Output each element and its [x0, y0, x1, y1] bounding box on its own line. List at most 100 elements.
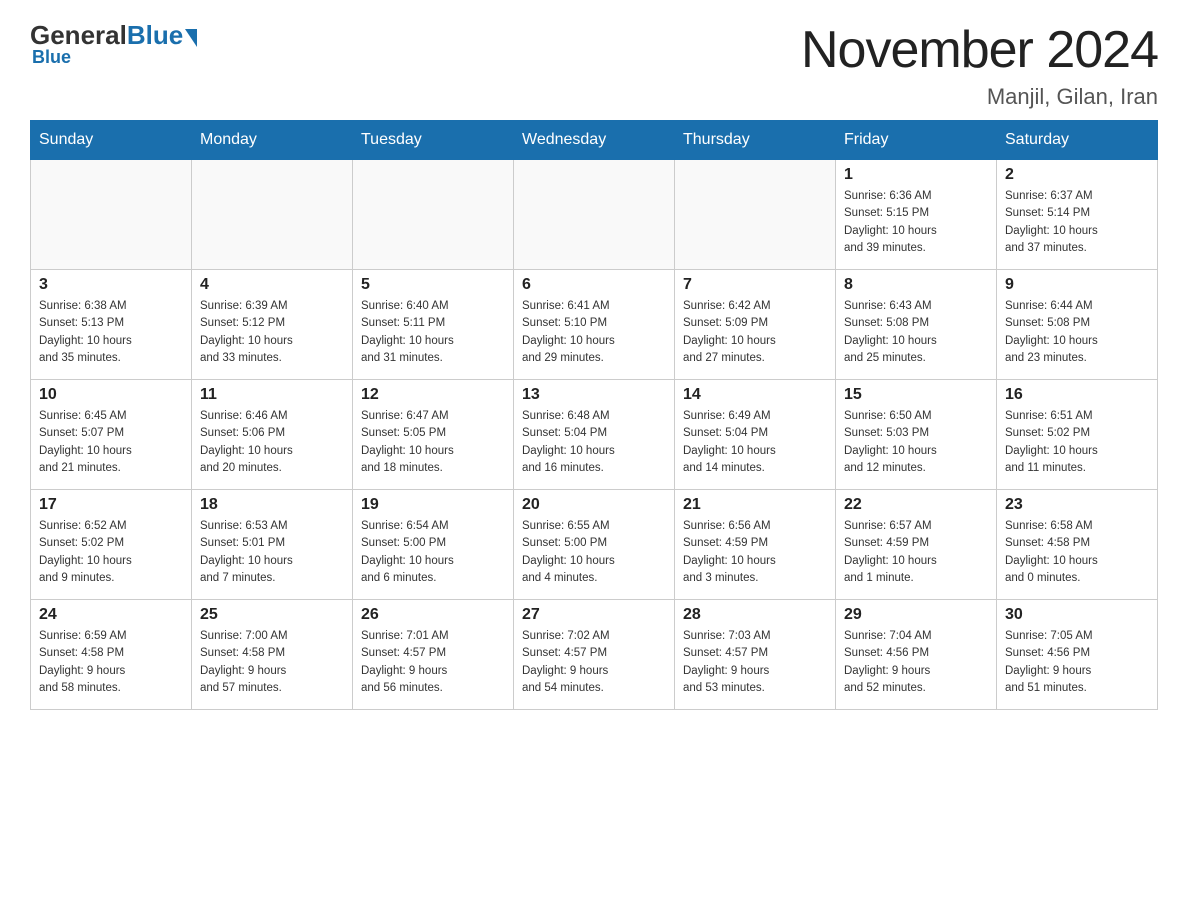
day-info: Sunrise: 6:46 AM Sunset: 5:06 PM Dayligh…	[200, 408, 344, 477]
weekday-header-thursday: Thursday	[675, 121, 836, 160]
weekday-header-monday: Monday	[192, 121, 353, 160]
day-info: Sunrise: 7:01 AM Sunset: 4:57 PM Dayligh…	[361, 628, 505, 697]
week-row-1: 1 Sunrise: 6:36 AM Sunset: 5:15 PM Daylig…	[31, 160, 1158, 270]
weekday-header-friday: Friday	[836, 121, 997, 160]
logo-blue-text: Blue	[127, 20, 183, 51]
week-row-2: 3Sunrise: 6:38 AM Sunset: 5:13 PM Daylig…	[31, 270, 1158, 380]
calendar-cell: 24 Sunrise: 6:59 AM Sunset: 4:58 PM Dayli…	[31, 600, 192, 710]
day-number: 18	[200, 496, 344, 514]
calendar-cell: 10 Sunrise: 6:45 AM Sunset: 5:07 PM Dayli…	[31, 380, 192, 490]
day-info: Sunrise: 6:41 AM Sunset: 5:10 PM Dayligh…	[522, 298, 666, 367]
day-number: 8	[844, 276, 988, 294]
day-info: Sunrise: 6:47 AM Sunset: 5:05 PM Dayligh…	[361, 408, 505, 477]
calendar-cell: 12 Sunrise: 6:47 AM Sunset: 5:05 PM Dayli…	[353, 380, 514, 490]
day-number: 21	[683, 496, 827, 514]
day-number: 14	[683, 386, 827, 404]
day-info: Sunrise: 7:00 AM Sunset: 4:58 PM Dayligh…	[200, 628, 344, 697]
day-number: 29	[844, 606, 988, 624]
day-number: 1	[844, 166, 988, 184]
calendar-cell: 11 Sunrise: 6:46 AM Sunset: 5:06 PM Dayli…	[192, 380, 353, 490]
logo-triangle-icon	[185, 29, 197, 47]
day-info: Sunrise: 6:49 AM Sunset: 5:04 PM Dayligh…	[683, 408, 827, 477]
day-info: Sunrise: 6:54 AM Sunset: 5:00 PM Dayligh…	[361, 518, 505, 587]
day-number: 27	[522, 606, 666, 624]
day-number: 2	[1005, 166, 1149, 184]
calendar-table: SundayMondayTuesdayWednesdayThursdayFrid…	[30, 120, 1158, 710]
day-number: 11	[200, 386, 344, 404]
calendar-cell: 20Sunrise: 6:55 AM Sunset: 5:00 PM Dayli…	[514, 490, 675, 600]
calendar-cell: 29 Sunrise: 7:04 AM Sunset: 4:56 PM Dayli…	[836, 600, 997, 710]
day-info: Sunrise: 6:51 AM Sunset: 5:02 PM Dayligh…	[1005, 408, 1149, 477]
day-info: Sunrise: 6:48 AM Sunset: 5:04 PM Dayligh…	[522, 408, 666, 477]
day-number: 23	[1005, 496, 1149, 514]
calendar-cell: 1 Sunrise: 6:36 AM Sunset: 5:15 PM Daylig…	[836, 160, 997, 270]
month-title: November 2024	[801, 20, 1158, 80]
day-number: 30	[1005, 606, 1149, 624]
calendar-cell	[31, 160, 192, 270]
calendar-cell: 8 Sunrise: 6:43 AM Sunset: 5:08 PM Daylig…	[836, 270, 997, 380]
calendar-cell: 5Sunrise: 6:40 AM Sunset: 5:11 PM Daylig…	[353, 270, 514, 380]
day-number: 5	[361, 276, 505, 294]
title-area: November 2024 Manjil, Gilan, Iran	[801, 20, 1158, 110]
day-info: Sunrise: 6:58 AM Sunset: 4:58 PM Dayligh…	[1005, 518, 1149, 587]
calendar-cell: 4 Sunrise: 6:39 AM Sunset: 5:12 PM Daylig…	[192, 270, 353, 380]
weekday-header-sunday: Sunday	[31, 121, 192, 160]
day-number: 25	[200, 606, 344, 624]
calendar-cell	[675, 160, 836, 270]
calendar-cell: 17Sunrise: 6:52 AM Sunset: 5:02 PM Dayli…	[31, 490, 192, 600]
day-number: 10	[39, 386, 183, 404]
weekday-header-tuesday: Tuesday	[353, 121, 514, 160]
day-number: 24	[39, 606, 183, 624]
day-info: Sunrise: 6:37 AM Sunset: 5:14 PM Dayligh…	[1005, 188, 1149, 257]
day-info: Sunrise: 6:57 AM Sunset: 4:59 PM Dayligh…	[844, 518, 988, 587]
day-info: Sunrise: 6:52 AM Sunset: 5:02 PM Dayligh…	[39, 518, 183, 587]
location-text: Manjil, Gilan, Iran	[801, 84, 1158, 110]
calendar-cell: 28 Sunrise: 7:03 AM Sunset: 4:57 PM Dayli…	[675, 600, 836, 710]
day-number: 9	[1005, 276, 1149, 294]
calendar-cell: 15 Sunrise: 6:50 AM Sunset: 5:03 PM Dayli…	[836, 380, 997, 490]
day-info: Sunrise: 6:42 AM Sunset: 5:09 PM Dayligh…	[683, 298, 827, 367]
calendar-cell: 27Sunrise: 7:02 AM Sunset: 4:57 PM Dayli…	[514, 600, 675, 710]
day-info: Sunrise: 6:36 AM Sunset: 5:15 PM Dayligh…	[844, 188, 988, 257]
page-header: General Blue Blue November 2024 Manjil, …	[30, 20, 1158, 110]
calendar-cell: 25 Sunrise: 7:00 AM Sunset: 4:58 PM Dayli…	[192, 600, 353, 710]
day-number: 28	[683, 606, 827, 624]
weekday-header-row: SundayMondayTuesdayWednesdayThursdayFrid…	[31, 121, 1158, 160]
day-info: Sunrise: 6:56 AM Sunset: 4:59 PM Dayligh…	[683, 518, 827, 587]
calendar-cell: 21 Sunrise: 6:56 AM Sunset: 4:59 PM Dayli…	[675, 490, 836, 600]
calendar-cell: 13Sunrise: 6:48 AM Sunset: 5:04 PM Dayli…	[514, 380, 675, 490]
day-info: Sunrise: 6:43 AM Sunset: 5:08 PM Dayligh…	[844, 298, 988, 367]
day-info: Sunrise: 7:05 AM Sunset: 4:56 PM Dayligh…	[1005, 628, 1149, 697]
day-number: 26	[361, 606, 505, 624]
calendar-cell: 14 Sunrise: 6:49 AM Sunset: 5:04 PM Dayli…	[675, 380, 836, 490]
week-row-5: 24 Sunrise: 6:59 AM Sunset: 4:58 PM Dayli…	[31, 600, 1158, 710]
calendar-cell: 7 Sunrise: 6:42 AM Sunset: 5:09 PM Daylig…	[675, 270, 836, 380]
day-number: 7	[683, 276, 827, 294]
calendar-cell: 19 Sunrise: 6:54 AM Sunset: 5:00 PM Dayli…	[353, 490, 514, 600]
day-info: Sunrise: 6:45 AM Sunset: 5:07 PM Dayligh…	[39, 408, 183, 477]
day-info: Sunrise: 6:59 AM Sunset: 4:58 PM Dayligh…	[39, 628, 183, 697]
day-number: 20	[522, 496, 666, 514]
day-number: 4	[200, 276, 344, 294]
calendar-cell: 30 Sunrise: 7:05 AM Sunset: 4:56 PM Dayli…	[997, 600, 1158, 710]
calendar-cell: 23 Sunrise: 6:58 AM Sunset: 4:58 PM Dayli…	[997, 490, 1158, 600]
day-info: Sunrise: 7:03 AM Sunset: 4:57 PM Dayligh…	[683, 628, 827, 697]
day-number: 16	[1005, 386, 1149, 404]
day-number: 19	[361, 496, 505, 514]
week-row-3: 10 Sunrise: 6:45 AM Sunset: 5:07 PM Dayli…	[31, 380, 1158, 490]
day-number: 6	[522, 276, 666, 294]
calendar-cell: 3Sunrise: 6:38 AM Sunset: 5:13 PM Daylig…	[31, 270, 192, 380]
calendar-cell	[192, 160, 353, 270]
day-info: Sunrise: 6:39 AM Sunset: 5:12 PM Dayligh…	[200, 298, 344, 367]
week-row-4: 17Sunrise: 6:52 AM Sunset: 5:02 PM Dayli…	[31, 490, 1158, 600]
day-info: Sunrise: 6:44 AM Sunset: 5:08 PM Dayligh…	[1005, 298, 1149, 367]
day-number: 12	[361, 386, 505, 404]
day-number: 15	[844, 386, 988, 404]
calendar-cell: 2 Sunrise: 6:37 AM Sunset: 5:14 PM Daylig…	[997, 160, 1158, 270]
day-info: Sunrise: 7:04 AM Sunset: 4:56 PM Dayligh…	[844, 628, 988, 697]
day-number: 22	[844, 496, 988, 514]
day-info: Sunrise: 6:53 AM Sunset: 5:01 PM Dayligh…	[200, 518, 344, 587]
calendar-cell	[353, 160, 514, 270]
day-info: Sunrise: 6:50 AM Sunset: 5:03 PM Dayligh…	[844, 408, 988, 477]
calendar-cell: 6 Sunrise: 6:41 AM Sunset: 5:10 PM Daylig…	[514, 270, 675, 380]
